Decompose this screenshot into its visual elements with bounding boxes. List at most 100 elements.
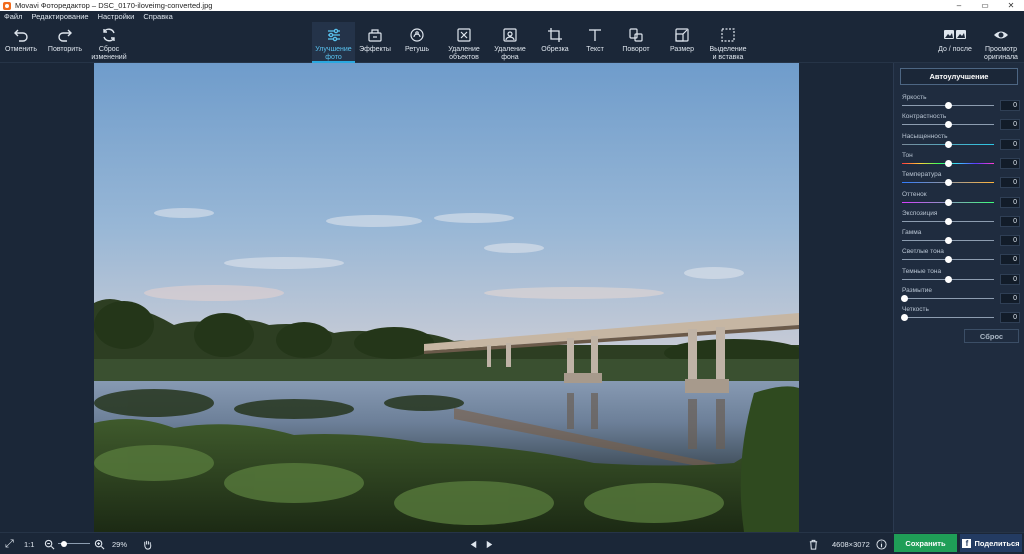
slider-value-input[interactable]: 0	[1000, 119, 1020, 131]
slider-value-input[interactable]: 0	[1000, 254, 1020, 266]
slider-label: Темные тона	[902, 267, 942, 275]
fit-to-window-button[interactable]: ⤢	[5, 533, 14, 554]
undo-icon	[14, 29, 28, 42]
zoom-slider-knob[interactable]	[61, 541, 68, 547]
slider-label: Оттенок	[902, 190, 927, 198]
zoom-out-button[interactable]	[44, 533, 55, 554]
app-logo-icon	[3, 1, 11, 10]
slider-label: Размытие	[902, 287, 933, 294]
slider-value-input[interactable]: 0	[1000, 312, 1020, 324]
title-bar: Movavi Фоторедактор – DSC_0170-iloveimg-…	[0, 0, 1024, 11]
slider-row: Экспозиция 0	[902, 210, 1020, 229]
slider-knob[interactable]	[944, 102, 952, 109]
selection-icon	[721, 28, 735, 42]
object-removal-icon	[457, 28, 471, 42]
reset-changes-button[interactable]: Сброс изменений	[88, 22, 130, 63]
resize-icon	[675, 28, 689, 42]
auto-enhance-button[interactable]: Автоулучшение	[900, 68, 1018, 85]
slider-knob[interactable]	[944, 121, 952, 129]
slider-knob[interactable]	[901, 314, 908, 322]
tool-selection[interactable]: Выделение и вставка	[705, 22, 751, 63]
slider-knob[interactable]	[944, 256, 952, 264]
tool-background-removal-label: Удаление фона	[494, 46, 526, 61]
tool-effects[interactable]: Эффекты	[356, 22, 394, 63]
info-icon	[876, 538, 887, 550]
tool-enhance-label: Улучшение фото	[315, 46, 352, 61]
view-original-button[interactable]: Просмотр оригинала	[980, 22, 1022, 63]
slider-knob[interactable]	[944, 237, 952, 245]
background-removal-icon	[503, 28, 517, 42]
menu-settings[interactable]: Настройки	[98, 12, 135, 21]
tool-resize[interactable]: Размер	[664, 22, 700, 63]
tool-background-removal[interactable]: Удаление фона	[488, 22, 532, 63]
workspace-right	[799, 63, 893, 532]
slider-value-input[interactable]: 0	[1000, 293, 1020, 304]
hand-icon	[144, 540, 152, 550]
tool-crop[interactable]: Обрезка	[536, 22, 574, 63]
redo-button[interactable]: Повторить	[44, 22, 86, 63]
next-image-button[interactable]	[484, 533, 495, 554]
status-bar: ⤢ 1:1 29% 4608×3072	[0, 532, 1024, 554]
zoom-level: 29%	[112, 539, 128, 549]
undo-label: Отменить	[5, 46, 37, 53]
slider-track[interactable]	[902, 317, 994, 319]
slider-value-input[interactable]: 0	[1000, 100, 1020, 111]
undo-button[interactable]: Отменить	[2, 22, 40, 63]
sliders-icon	[327, 28, 340, 42]
slider-row: Темные тона 0	[902, 268, 1020, 287]
image-info-button[interactable]	[876, 533, 887, 554]
minimize-button[interactable]: –	[946, 0, 972, 11]
save-button[interactable]: Сохранить	[894, 534, 957, 552]
image-canvas[interactable]	[94, 63, 799, 532]
slider-value-input[interactable]: 0	[1000, 215, 1020, 227]
slider-knob[interactable]	[901, 295, 908, 302]
tool-effects-label: Эффекты	[359, 46, 391, 53]
close-button[interactable]: ✕	[998, 0, 1024, 11]
tool-retouch[interactable]: Ретушь	[398, 22, 436, 63]
slider-label: Светлые тона	[902, 248, 944, 256]
slider-value-input[interactable]: 0	[1000, 273, 1020, 285]
slider-value-input[interactable]: 0	[1000, 196, 1020, 208]
view-original-label: Просмотр оригинала	[984, 46, 1018, 61]
tool-text[interactable]: Текст	[578, 22, 612, 63]
trash-icon	[809, 539, 818, 550]
slider-row: Температура 0	[902, 171, 1020, 190]
maximize-button[interactable]: ▭	[972, 0, 998, 11]
slider-label: Гамма	[902, 229, 922, 237]
tool-text-label: Текст	[586, 46, 604, 53]
slider-value-input[interactable]: 0	[1000, 177, 1020, 189]
tool-object-removal[interactable]: Удаление объектов	[442, 22, 486, 63]
menu-help[interactable]: Справка	[143, 12, 172, 21]
zoom-slider[interactable]	[58, 533, 90, 554]
panel-reset-button[interactable]: Сброс	[964, 329, 1019, 343]
hand-tool-button[interactable]	[142, 533, 153, 554]
previous-image-button[interactable]	[468, 533, 479, 554]
tool-rotate[interactable]: Поворот	[616, 22, 656, 63]
slider-label: Насыщенность	[902, 132, 948, 140]
menu-file[interactable]: Файл	[4, 12, 22, 21]
effects-icon	[368, 29, 382, 42]
slider-knob[interactable]	[944, 198, 952, 206]
before-after-icon	[944, 30, 966, 39]
actual-size-button[interactable]: 1:1	[24, 533, 34, 554]
slider-knob[interactable]	[944, 217, 952, 225]
slider-track[interactable]	[902, 298, 994, 299]
menu-edit[interactable]: Редактирование	[31, 12, 88, 21]
slider-value-input[interactable]: 0	[1000, 138, 1020, 150]
delete-button[interactable]	[808, 533, 819, 554]
slider-row: Яркость 0	[902, 94, 1020, 113]
before-after-button[interactable]: До / после	[932, 22, 978, 63]
eye-icon	[994, 31, 1008, 39]
triangle-right-icon	[486, 540, 493, 548]
image-dimensions: 4608×3072	[832, 539, 870, 549]
slider-knob[interactable]	[944, 159, 952, 167]
slider-knob[interactable]	[944, 179, 952, 187]
zoom-in-button[interactable]	[94, 533, 105, 554]
slider-knob[interactable]	[944, 140, 952, 148]
slider-value-input[interactable]: 0	[1000, 235, 1020, 247]
slider-value-input[interactable]: 0	[1000, 157, 1020, 169]
slider-label: Контрастность	[902, 113, 947, 121]
slider-knob[interactable]	[944, 275, 952, 283]
share-button[interactable]: f Поделиться	[960, 534, 1022, 552]
tool-enhance[interactable]: Улучшение фото	[312, 22, 355, 63]
